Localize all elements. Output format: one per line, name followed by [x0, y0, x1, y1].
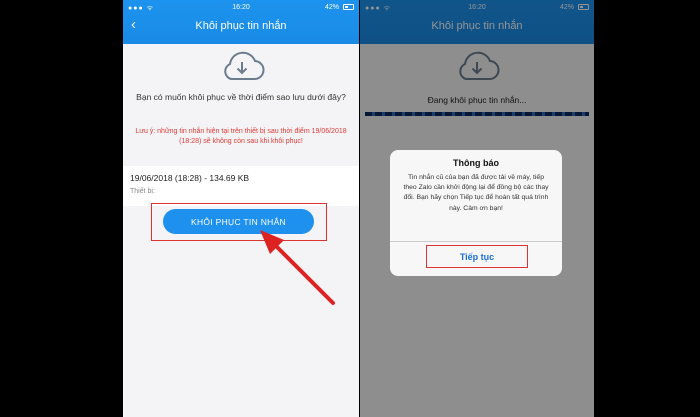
- tutorial-canvas: ●●● ᯤ 16:20 42% ‹ Khôi phục tin nhắn Bạn…: [0, 0, 700, 417]
- continue-button[interactable]: Tiếp tục: [427, 246, 527, 267]
- page-title: Khôi phục tin nhắn: [195, 20, 287, 32]
- restore-question: Bạn có muốn khôi phục về thời điểm sao l…: [136, 92, 346, 102]
- divider: [390, 241, 562, 242]
- restore-warning: Lưu ý: những tin nhắn hiện tại trên thiế…: [135, 128, 347, 146]
- status-bar: ●●● ᯤ 16:20 42%: [123, 0, 359, 16]
- backup-info: 19/06/2018 (18:28) - 134.69 KB: [130, 173, 250, 183]
- battery-icon: [343, 4, 354, 10]
- backup-row[interactable]: 19/06/2018 (18:28) - 134.69 KB Thiết bị:: [123, 166, 359, 206]
- cloud-download-icon: [219, 50, 265, 82]
- dialog-title: Thông báo: [453, 158, 499, 168]
- nav-bar: ●●● ᯤ 16:20 42% ‹ Khôi phục tin nhắn: [123, 0, 359, 44]
- device-label: Thiết bị:: [130, 188, 155, 195]
- phone-screen-restore: ●●● ᯤ 16:20 42% ‹ Khôi phục tin nhắn Bạn…: [123, 0, 359, 417]
- battery-percentage: 42%: [324, 4, 339, 11]
- restore-messages-button[interactable]: KHÔI PHỤC TIN NHẮN: [163, 209, 314, 234]
- phone-screen-restoring: ●●● ᯤ 16:20 42% Khôi phục tin nhắn Đang …: [360, 0, 594, 417]
- notification-dialog: Thông báo Tin nhắn cũ của bạn đã được tả…: [390, 150, 562, 276]
- dialog-message: Tin nhắn cũ của bạn đã được tải về máy, …: [403, 174, 549, 212]
- status-time: 16:20: [232, 4, 250, 11]
